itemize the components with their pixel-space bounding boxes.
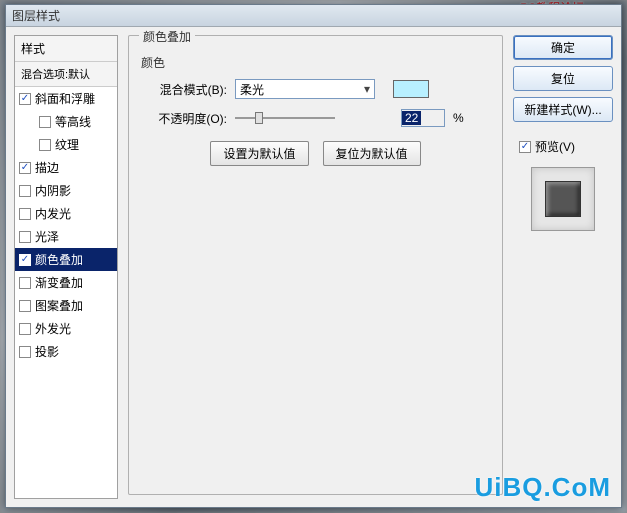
style-item-2[interactable]: 纹理 [15,133,117,156]
style-item-7[interactable]: 颜色叠加 [15,248,117,271]
style-item-8[interactable]: 渐变叠加 [15,271,117,294]
opacity-label: 不透明度(O): [141,110,227,127]
style-label: 渐变叠加 [35,274,83,291]
style-checkbox[interactable] [19,346,31,358]
style-item-9[interactable]: 图案叠加 [15,294,117,317]
style-item-5[interactable]: 内发光 [15,202,117,225]
style-item-6[interactable]: 光泽 [15,225,117,248]
opacity-input[interactable]: 22 [401,109,445,127]
style-checkbox[interactable] [39,116,51,128]
style-checkbox[interactable] [19,162,31,174]
style-item-11[interactable]: 投影 [15,340,117,363]
style-checkbox[interactable] [19,185,31,197]
style-checkbox[interactable] [19,93,31,105]
style-item-4[interactable]: 内阴影 [15,179,117,202]
style-checkbox[interactable] [19,208,31,220]
blend-mode-label: 混合模式(B): [141,81,227,98]
styles-panel: 样式 混合选项:默认 斜面和浮雕等高线纹理描边内阴影内发光光泽颜色叠加渐变叠加图… [14,35,118,499]
style-checkbox[interactable] [19,300,31,312]
reset-default-button[interactable]: 复位为默认值 [323,141,421,166]
style-item-0[interactable]: 斜面和浮雕 [15,87,117,110]
right-panel: 确定 复位 新建样式(W)... 预览(V) [513,35,613,499]
blend-mode-value: 柔光 [240,81,264,98]
sub-title: 颜色 [141,54,490,71]
style-label: 光泽 [35,228,59,245]
blend-mode-select[interactable]: 柔光 [235,79,375,99]
preview-box [531,167,595,231]
style-label: 内阴影 [35,182,71,199]
style-checkbox[interactable] [39,139,51,151]
style-item-10[interactable]: 外发光 [15,317,117,340]
new-style-button[interactable]: 新建样式(W)... [513,97,613,122]
preview-label: 预览(V) [535,138,575,155]
color-swatch[interactable] [393,80,429,98]
style-checkbox[interactable] [19,231,31,243]
styles-header[interactable]: 样式 [15,36,117,62]
style-label: 描边 [35,159,59,176]
opacity-slider[interactable] [235,117,385,119]
style-checkbox[interactable] [19,277,31,289]
style-label: 投影 [35,343,59,360]
preview-swatch [546,182,580,216]
titlebar[interactable]: 图层样式 [6,5,621,27]
style-label: 颜色叠加 [35,251,83,268]
cancel-button[interactable]: 复位 [513,66,613,91]
opacity-unit: % [453,111,464,125]
make-default-button[interactable]: 设置为默认值 [210,141,308,166]
style-label: 斜面和浮雕 [35,90,95,107]
group-title: 颜色叠加 [139,28,195,45]
style-label: 等高线 [55,113,91,130]
blend-options-header[interactable]: 混合选项:默认 [15,62,117,87]
watermark: UiBQ.CoM [474,472,611,503]
preview-checkbox[interactable] [519,141,531,153]
opacity-value: 22 [402,111,421,125]
style-label: 外发光 [35,320,71,337]
style-checkbox[interactable] [19,323,31,335]
style-item-1[interactable]: 等高线 [15,110,117,133]
settings-panel: 颜色叠加 颜色 混合模式(B): 柔光 不透明度(O): 22 [128,35,503,499]
style-label: 图案叠加 [35,297,83,314]
window-title: 图层样式 [12,7,60,24]
style-label: 纹理 [55,136,79,153]
layer-style-dialog: 图层样式 样式 混合选项:默认 斜面和浮雕等高线纹理描边内阴影内发光光泽颜色叠加… [5,4,622,508]
style-item-3[interactable]: 描边 [15,156,117,179]
style-checkbox[interactable] [19,254,31,266]
style-label: 内发光 [35,205,71,222]
ok-button[interactable]: 确定 [513,35,613,60]
